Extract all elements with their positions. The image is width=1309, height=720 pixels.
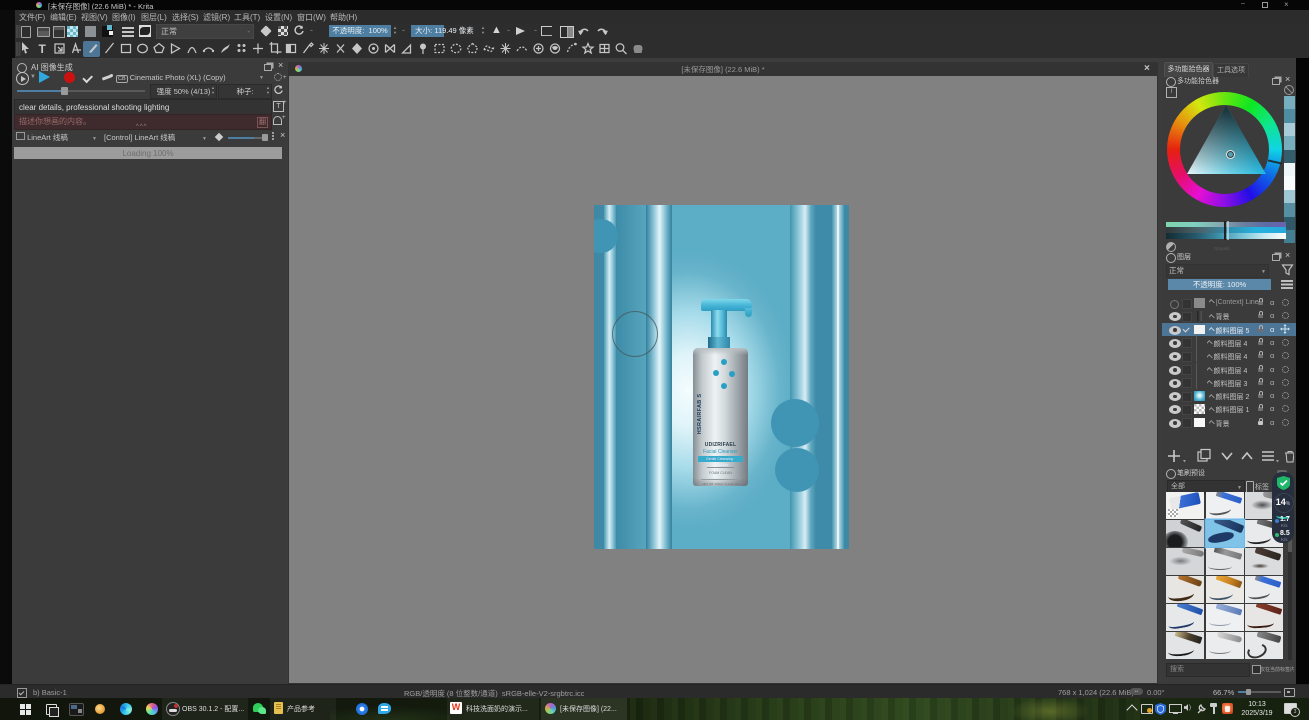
svg-text:T: T (39, 42, 47, 56)
